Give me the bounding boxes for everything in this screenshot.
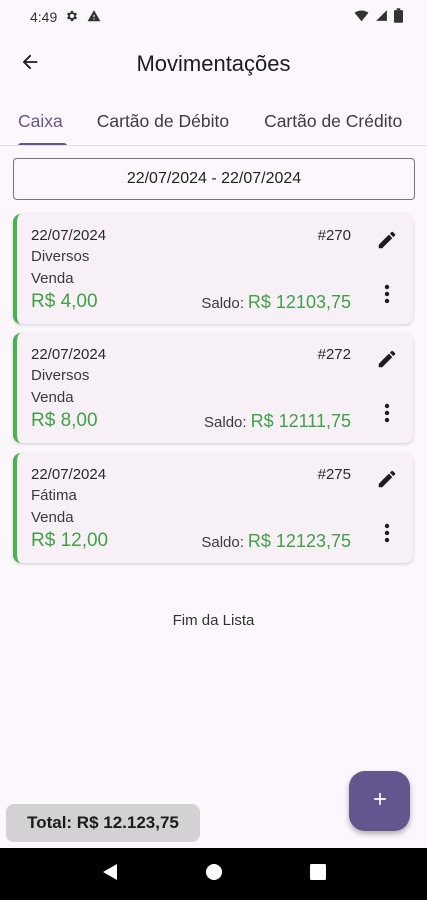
- transaction-amount: R$ 8,00: [31, 410, 98, 431]
- edit-pencil-icon: [376, 229, 398, 256]
- nav-back-button[interactable]: [98, 862, 122, 886]
- status-right: [354, 8, 403, 26]
- nav-back-icon: [102, 863, 118, 886]
- saldo-label: Saldo:: [201, 534, 244, 551]
- more-options-button[interactable]: [375, 282, 399, 310]
- transaction-date: 22/07/2024: [31, 227, 107, 244]
- total-badge: Total: R$ 12.123,75: [6, 804, 200, 842]
- transaction-id: #270: [317, 227, 351, 244]
- list-end-label: Fim da Lista: [172, 612, 255, 629]
- transaction-card[interactable]: 22/07/2024 #270 Diversos Venda R$ 4,00 S…: [13, 214, 413, 324]
- transaction-category: Diversos: [31, 248, 90, 265]
- wifi-icon: [354, 9, 369, 26]
- transaction-id: #275: [317, 466, 351, 483]
- saldo-value: R$ 12123,75: [247, 531, 351, 551]
- more-options-button[interactable]: [375, 521, 399, 549]
- page-title: Movimentações: [136, 51, 291, 76]
- battery-icon: [394, 8, 403, 26]
- transaction-card[interactable]: 22/07/2024 #275 Fátima Venda R$ 12,00 Sa…: [13, 453, 413, 563]
- tab-bar: Caixa Cartão de Débito Cartão de Crédito: [0, 96, 427, 146]
- transaction-amount: R$ 12,00: [31, 530, 109, 551]
- nav-recents-icon: [309, 863, 326, 885]
- transaction-card[interactable]: 22/07/2024 #272 Diversos Venda R$ 8,00 S…: [13, 333, 413, 443]
- edit-button[interactable]: [373, 467, 401, 495]
- tab-cartao-credito[interactable]: Cartão de Crédito: [264, 96, 402, 145]
- status-time: 4:49: [30, 9, 58, 25]
- settings-icon: [65, 9, 79, 26]
- nav-home-button[interactable]: [202, 862, 226, 886]
- status-bar: 4:49: [0, 0, 427, 34]
- status-left: 4:49: [30, 9, 101, 26]
- transaction-date: 22/07/2024: [31, 466, 107, 483]
- transaction-category: Diversos: [31, 367, 90, 384]
- tab-cartao-debito[interactable]: Cartão de Débito: [97, 96, 264, 145]
- saldo-value: R$ 12103,75: [247, 292, 351, 312]
- transaction-category: Fátima: [31, 487, 77, 504]
- saldo-value: R$ 12111,75: [250, 411, 351, 431]
- transaction-amount: R$ 4,00: [31, 291, 98, 312]
- transaction-id: #272: [317, 346, 351, 363]
- transaction-type: Venda: [31, 270, 74, 287]
- warning-icon: [87, 9, 101, 26]
- edit-pencil-icon: [376, 468, 398, 495]
- back-button[interactable]: [0, 34, 60, 94]
- saldo-label: Saldo:: [201, 295, 244, 312]
- transaction-saldo: Saldo: R$ 12123,75: [201, 531, 351, 552]
- transaction-date: 22/07/2024: [31, 346, 107, 363]
- app-bar: Movimentações: [0, 34, 427, 94]
- system-nav-bar: [0, 848, 427, 900]
- more-options-button[interactable]: [375, 401, 399, 429]
- more-vert-icon: [384, 284, 390, 309]
- transaction-saldo: Saldo: R$ 12103,75: [201, 292, 351, 313]
- signal-icon: [375, 9, 388, 25]
- edit-button[interactable]: [373, 228, 401, 256]
- date-range-field[interactable]: 22/07/2024 - 22/07/2024: [13, 158, 415, 200]
- edit-button[interactable]: [373, 347, 401, 375]
- more-vert-icon: [384, 523, 390, 548]
- transaction-saldo: Saldo: R$ 12111,75: [204, 411, 351, 432]
- edit-pencil-icon: [376, 348, 398, 375]
- nav-recents-button[interactable]: [306, 862, 330, 886]
- saldo-label: Saldo:: [204, 414, 247, 431]
- plus-icon: [370, 789, 390, 814]
- back-arrow-icon: [19, 51, 41, 78]
- transaction-type: Venda: [31, 389, 74, 406]
- transaction-type: Venda: [31, 509, 74, 526]
- more-vert-icon: [384, 403, 390, 428]
- add-button[interactable]: [349, 771, 410, 831]
- nav-home-icon: [205, 863, 223, 886]
- tab-caixa[interactable]: Caixa: [0, 96, 97, 145]
